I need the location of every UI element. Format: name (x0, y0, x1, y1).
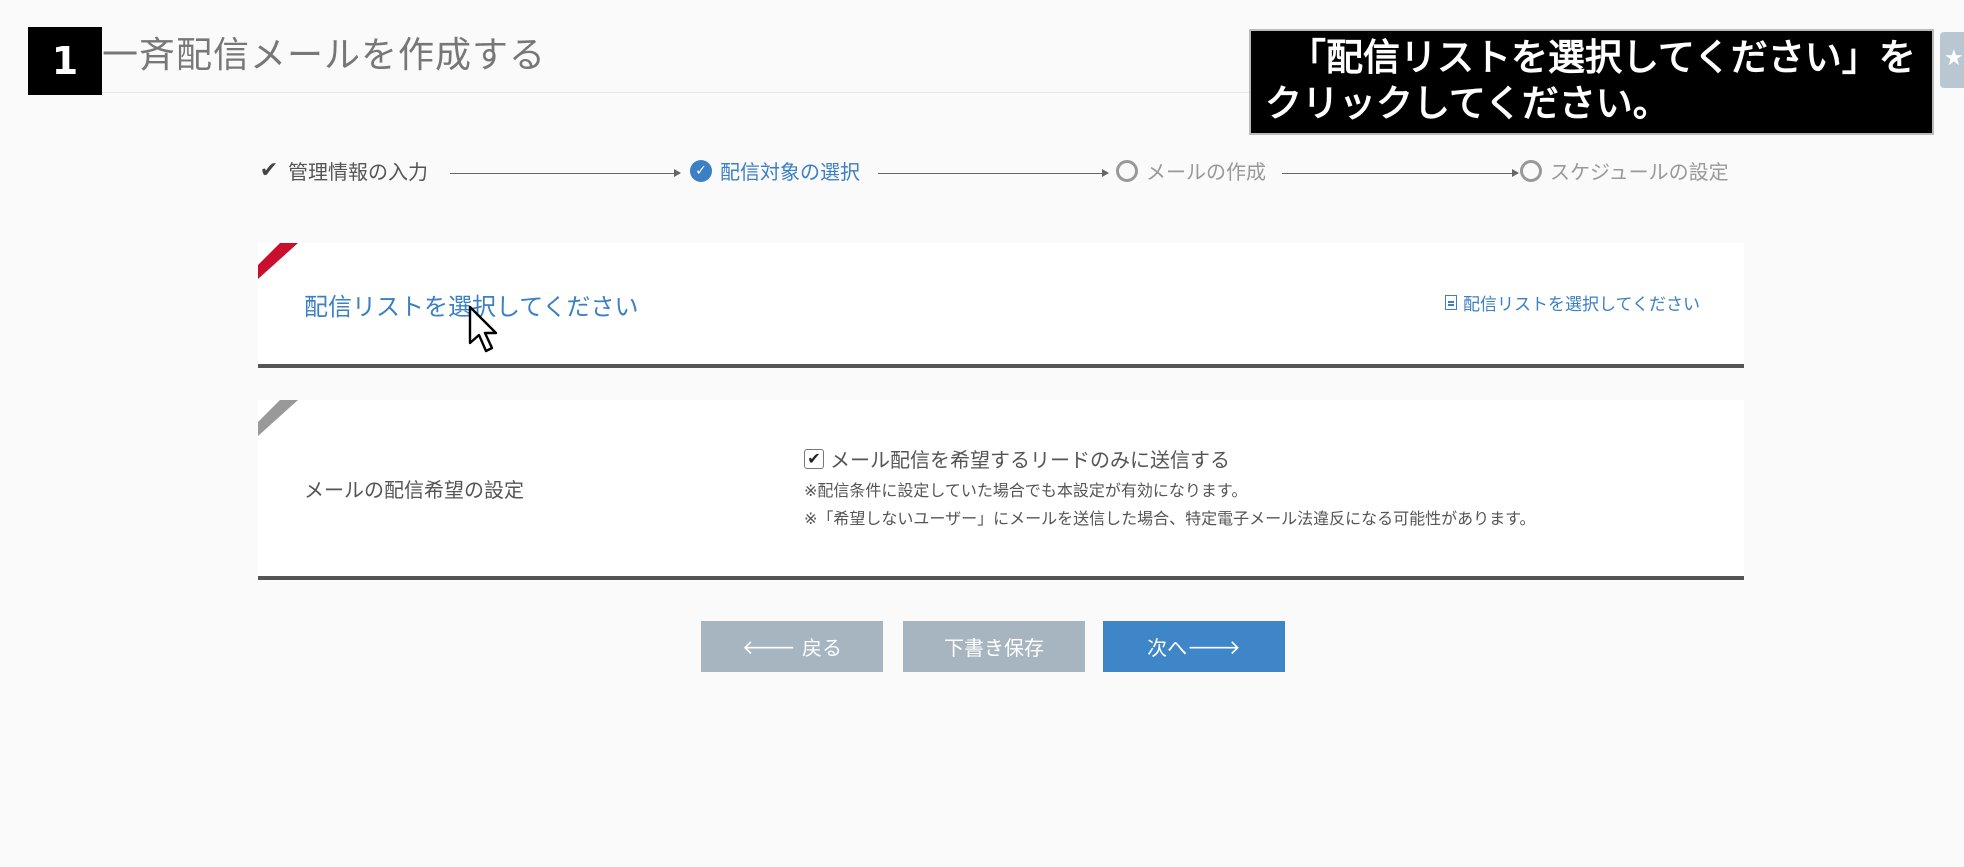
back-button-label: 戻る (802, 636, 842, 660)
wizard-step-management-info: ✔ 管理情報の入力 (258, 156, 428, 185)
optin-setting: ✔ メール配信を希望するリードのみに送信する ※配信条件に設定していた場合でも本… (804, 444, 1536, 529)
mouse-cursor-icon (468, 305, 498, 353)
wizard-connector (878, 169, 1109, 177)
star-icon: ★ (1944, 46, 1964, 71)
wizard-step-label: メールの作成 (1146, 160, 1266, 184)
select-delivery-list-side-link[interactable]: 配信リストを選択してください (1445, 290, 1700, 315)
wizard-connector (1282, 169, 1519, 177)
delivery-preference-panel: メールの配信希望の設定 ✔ メール配信を希望するリードのみに送信する ※配信条件… (258, 400, 1744, 580)
optin-note-1: ※配信条件に設定していた場合でも本設定が有効になります。 (804, 481, 1248, 500)
check-icon: ✔ (259, 158, 279, 183)
wizard-progress: ✔ 管理情報の入力 ✓ 配信対象の選択 メールの作成 スケジュールの設定 (258, 156, 1744, 186)
optin-checkbox-row[interactable]: ✔ メール配信を希望するリードのみに送信する (804, 444, 1536, 473)
wizard-step-label: スケジュールの設定 (1550, 160, 1729, 184)
delivery-preference-label: メールの配信希望の設定 (304, 478, 524, 502)
wizard-step-schedule: スケジュールの設定 (1520, 156, 1729, 185)
callout-line-1: 「配信リストを選択してください」を (1289, 36, 1916, 79)
optin-checkbox-label: メール配信を希望するリードのみに送信する (830, 448, 1230, 472)
back-button[interactable]: 🡐 戻る (701, 621, 883, 672)
save-draft-button[interactable]: 下書き保存 (903, 621, 1085, 672)
wizard-step-label: 管理情報の入力 (288, 160, 428, 184)
check-circle-icon: ✓ (690, 159, 712, 182)
tutorial-callout: 「配信リストを選択してください」を クリックしてください。 (1249, 29, 1934, 135)
optin-note-2: ※「希望しないユーザー」にメールを送信した場合、特定電子メール法違反になる可能性… (804, 509, 1536, 528)
callout-line-2: クリックしてください。 (1265, 82, 1670, 125)
circle-outline-icon (1116, 159, 1138, 182)
side-link-label: 配信リストを選択してください (1463, 295, 1700, 315)
wizard-step-label: 配信対象の選択 (720, 160, 860, 184)
circle-outline-icon (1520, 159, 1542, 182)
wizard-step-mail-creation: メールの作成 (1116, 156, 1266, 185)
panel-corner-marker (258, 243, 298, 279)
page-title: 一斉配信メールを作成する (102, 35, 547, 76)
optin-checkbox[interactable]: ✔ (804, 448, 824, 469)
favorite-tab[interactable]: ★ (1940, 32, 1964, 88)
tutorial-step-number: 1 (28, 27, 102, 95)
next-button-label: 次へ (1147, 636, 1188, 660)
save-draft-button-label: 下書き保存 (944, 636, 1044, 660)
panel-corner-marker (258, 400, 298, 436)
wizard-connector (450, 169, 681, 177)
document-icon (1445, 295, 1458, 310)
arrow-right-icon: 🡒 (1187, 634, 1241, 659)
arrow-left-icon: 🡐 (742, 634, 796, 659)
next-button[interactable]: 次へ 🡒 (1103, 621, 1285, 672)
title-divider (102, 92, 1252, 93)
wizard-step-target-selection: ✓ 配信対象の選択 (690, 156, 860, 185)
